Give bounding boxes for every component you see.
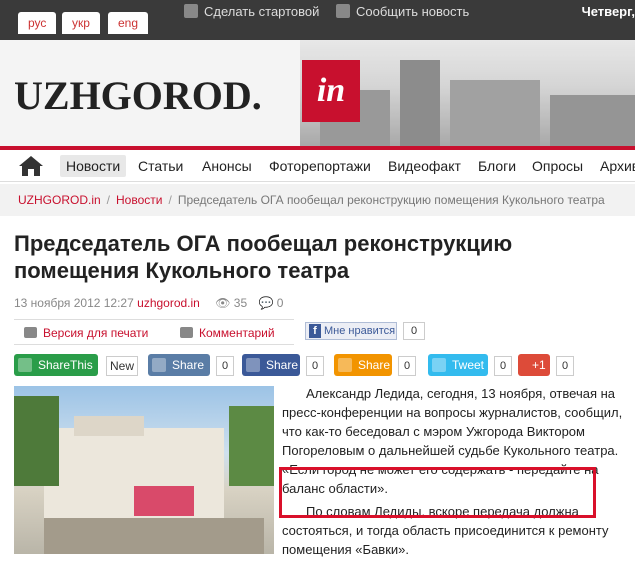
- nav-item-blogs[interactable]: Блоги: [478, 158, 516, 174]
- main-nav: Новости Статьи Анонсы Фоторепортажи Виде…: [0, 146, 635, 182]
- lang-en[interactable]: eng: [108, 12, 149, 34]
- odnoklassniki-icon: [338, 358, 352, 372]
- start-page-label: Сделать стартовой: [204, 4, 320, 19]
- odnoklassniki-share-label: Share: [358, 358, 391, 372]
- nav-item-articles[interactable]: Статьи: [138, 158, 183, 174]
- facebook-icon: [246, 358, 260, 372]
- article-meta: 13 ноября 2012 12:27 uzhgorod.in 👁 35 💬 …: [14, 296, 283, 310]
- home-small-icon: [184, 4, 198, 18]
- nav-item-videofact[interactable]: Видеофакт: [388, 158, 461, 174]
- vk-share-label: Share: [172, 358, 205, 372]
- comments-icon: 💬: [258, 296, 274, 310]
- facebook-share-label: Share: [266, 358, 299, 372]
- facebook-like-button[interactable]: Мне нравится: [305, 322, 397, 340]
- home-icon[interactable]: [18, 154, 44, 178]
- facebook-share-count: 0: [306, 356, 324, 376]
- vk-share-count: 0: [216, 356, 234, 376]
- quote-highlight-box: [279, 467, 596, 518]
- breadcrumb: UZHGOROD.in / Новости / Председатель ОГА поо…: [0, 184, 635, 216]
- article-tools: Версия для печати Комментарий: [14, 319, 294, 345]
- site-logo-badge[interactable]: in: [302, 60, 360, 122]
- pencil-icon: [336, 4, 350, 18]
- nav-item-archive[interactable]: Архив: [600, 158, 635, 174]
- lang-ru[interactable]: рус: [18, 12, 57, 34]
- breadcrumb-section[interactable]: Новости: [116, 193, 162, 207]
- print-version-link[interactable]: Версия для печати: [24, 326, 148, 340]
- vk-icon: [152, 358, 166, 372]
- site-logo[interactable]: UZHGOROD.: [14, 72, 262, 119]
- comment-link[interactable]: Комментарий: [180, 326, 275, 340]
- sharethis-button[interactable]: ShareThis: [14, 354, 98, 376]
- comment-icon: [180, 327, 193, 338]
- nav-item-photo-reports[interactable]: Фоторепортажи: [269, 158, 371, 174]
- eye-icon: 👁: [215, 296, 231, 310]
- views-count: 35: [233, 296, 248, 310]
- site-header: UZHGOROD. in: [0, 40, 635, 146]
- lang-ua[interactable]: укр: [62, 12, 100, 34]
- sharethis-label: ShareThis: [38, 358, 93, 372]
- nav-item-polls[interactable]: Опросы: [532, 158, 583, 174]
- tweet-button[interactable]: Tweet: [428, 354, 488, 376]
- google-plus-button[interactable]: +1: [518, 354, 550, 376]
- odnoklassniki-share-count: 0: [398, 356, 416, 376]
- vk-share-button[interactable]: Share: [148, 354, 210, 376]
- breadcrumb-current: Председатель ОГА пообещал реконструкцию …: [177, 193, 605, 207]
- article-title: Председатель ОГА пообещал реконструкцию …: [14, 231, 513, 283]
- article-photo[interactable]: [14, 386, 274, 554]
- report-news-label: Сообщить новость: [356, 4, 470, 19]
- report-news-link[interactable]: Сообщить новость: [336, 4, 469, 19]
- twitter-icon: [432, 358, 446, 372]
- start-page-link[interactable]: Сделать стартовой: [184, 4, 319, 19]
- current-date: Четверг,: [581, 4, 635, 19]
- nav-item-news[interactable]: Новости: [60, 155, 127, 177]
- facebook-like-count: 0: [403, 322, 425, 340]
- sharethis-new-badge: New: [106, 356, 138, 376]
- top-bar: рус укр eng Сделать стартовой Сообщить н…: [0, 0, 635, 40]
- comments-count: 0: [276, 296, 284, 310]
- tweet-count: 0: [494, 356, 512, 376]
- google-plus-count: 0: [556, 356, 574, 376]
- article-author-link[interactable]: uzhgorod.in: [137, 296, 200, 310]
- breadcrumb-home[interactable]: UZHGOROD.in: [18, 193, 101, 207]
- tweet-label: Tweet: [452, 358, 485, 372]
- facebook-share-button[interactable]: Share: [242, 354, 300, 376]
- share-icon: [18, 358, 32, 372]
- comment-label: Комментарий: [199, 326, 275, 340]
- article-datetime: 13 ноября 2012 12:27: [14, 296, 134, 310]
- print-version-label: Версия для печати: [43, 326, 149, 340]
- printer-icon: [24, 327, 37, 338]
- nav-item-announcements[interactable]: Анонсы: [202, 158, 252, 174]
- google-plus-label: +1: [532, 358, 546, 372]
- odnoklassniki-share-button[interactable]: Share: [334, 354, 392, 376]
